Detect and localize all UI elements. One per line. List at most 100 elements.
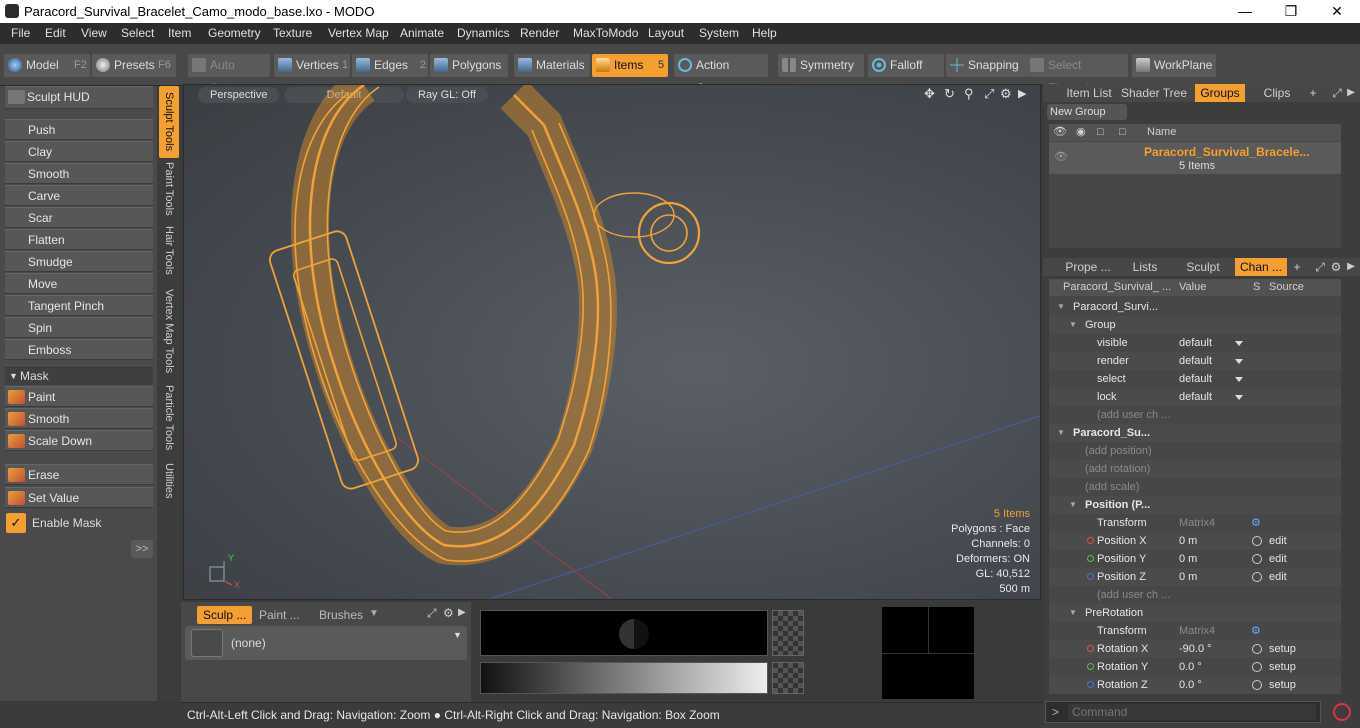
menu-render[interactable]: Render [520,26,559,40]
add-tab-icon[interactable]: + [1307,84,1319,102]
brushes-dropdown-arrow-icon[interactable]: ▼ [369,608,379,619]
brush-panel-settings-icon[interactable]: ⚙ [443,606,454,620]
add-tab-icon[interactable]: + [1291,258,1303,276]
materials-button[interactable]: Materials [514,54,590,77]
channel-row[interactable]: Rotation Y 0.0 ° setup [1049,658,1341,676]
auto-select-button[interactable]: Auto Select [188,54,270,95]
select-through-button[interactable]: Select Through [1026,54,1128,95]
tab-particle-tools[interactable]: Particle Tools [159,382,179,454]
matrix-gear-icon[interactable]: ⚙ [1251,622,1261,640]
channel-value[interactable]: 0.0 ° [1179,658,1202,676]
channel-state-radio[interactable] [1252,554,1262,564]
maximize-icon[interactable]: ❐ [1268,0,1314,23]
channel-value[interactable]: Matrix4 [1179,514,1215,532]
channel-row[interactable]: select default [1049,370,1341,388]
symmetry-button[interactable]: Symmetry [778,54,864,77]
panel-menu-icon[interactable]: ▶ [1345,258,1357,276]
tool-emboss-button[interactable]: Emboss [5,339,153,360]
brush-selector[interactable]: (none) ▼ [185,626,467,660]
channel-row[interactable]: lock default [1049,388,1341,406]
expand-arrow-icon[interactable]: ▼ [1069,604,1077,622]
channel-row[interactable]: Transform Matrix4 ⚙ [1049,514,1341,532]
channel-row[interactable]: ▼ Position (P... [1049,496,1341,514]
tab-paint-tools[interactable]: Paint Tools [159,158,179,220]
tool-smudge-button[interactable]: Smudge [5,251,153,272]
polygons-button[interactable]: Polygons [430,54,508,77]
dropdown-arrow-icon[interactable] [1235,395,1243,400]
tool-push-button[interactable]: Push [5,119,153,140]
channel-row[interactable]: (add position) [1049,442,1341,460]
channel-row[interactable]: ▼ Paracord_Survi... [1049,298,1341,316]
tool-move-button[interactable]: Move [5,273,153,294]
channel-row[interactable]: (add user ch ... [1049,586,1341,604]
channel-value[interactable]: 0 m [1179,550,1197,568]
tab-channels[interactable]: Chan ... [1235,258,1287,276]
menu-help[interactable]: Help [752,26,777,40]
menu-geometry[interactable]: Geometry [208,26,261,40]
channel-row[interactable]: (add scale) [1049,478,1341,496]
channel-row[interactable]: Transform Matrix4 ⚙ [1049,622,1341,640]
edges-button[interactable]: Edges 2 [352,54,428,77]
mask-paint-button[interactable]: Paint [5,386,153,407]
panel-expand-icon[interactable]: ⤢ [1331,84,1343,102]
menu-file[interactable]: File [11,26,30,40]
menu-maxtomodo[interactable]: MaxToModo [573,26,638,40]
matrix-gear-icon[interactable]: ⚙ [1251,514,1261,532]
channel-value[interactable]: 0 m [1179,532,1197,550]
sculpt-hud-button[interactable]: Sculpt HUD [5,86,153,109]
tool-smooth-button[interactable]: Smooth [5,163,153,184]
group-visibility-icon[interactable]: 👁 [1054,150,1068,163]
menu-layout[interactable]: Layout [648,26,684,40]
tool-scar-button[interactable]: Scar [5,207,153,228]
enable-mask-checkbox[interactable]: ✓ [6,513,26,533]
record-icon[interactable] [1333,703,1351,721]
mask-smooth-button[interactable]: Smooth [5,408,153,429]
channel-state-radio[interactable] [1252,644,1262,654]
3d-viewport[interactable]: Perspective Default Ray GL: Off ✥ ↻ ⚲ ⤢ … [183,84,1041,600]
channel-row[interactable]: ▼ PreRotation [1049,604,1341,622]
menu-texture[interactable]: Texture [273,26,312,40]
channel-value[interactable]: default [1179,352,1212,370]
expand-arrow-icon[interactable]: ▼ [1057,424,1065,442]
expand-arrow-icon[interactable]: ▼ [1069,316,1077,334]
dropdown-arrow-icon[interactable] [1235,341,1243,346]
dropdown-arrow-icon[interactable] [1235,359,1243,364]
snapping-button[interactable]: Snapping [946,54,1026,77]
action-center-button[interactable]: Action Center [674,54,768,95]
tab-item-list[interactable]: Item List [1065,84,1113,102]
workplane-button[interactable]: WorkPlane [1132,54,1216,77]
mask-section-header[interactable]: ▼ Mask [5,365,153,385]
tool-spin-button[interactable]: Spin [5,317,153,338]
panel-menu-icon[interactable]: ▶ [1345,84,1357,102]
new-group-button[interactable]: New Group [1047,104,1127,120]
close-icon[interactable]: ✕ [1314,0,1360,23]
expand-arrow-icon[interactable]: ▼ [1069,496,1077,514]
tab-brushes[interactable]: Brushes [319,606,363,624]
menu-select[interactable]: Select [121,26,154,40]
channel-state-radio[interactable] [1252,572,1262,582]
tab-sculpt-brush[interactable]: Sculp ... [197,606,253,624]
menu-vertex-map[interactable]: Vertex Map [328,26,389,40]
menu-edit[interactable]: Edit [45,26,66,40]
channel-value[interactable]: 0.0 ° [1179,676,1202,694]
tab-utilities[interactable]: Utilities [159,458,179,504]
set-value-button[interactable]: Set Value [5,487,153,508]
minimize-icon[interactable]: — [1222,0,1268,23]
channel-value[interactable]: default [1179,334,1212,352]
mask-scale-down-button[interactable]: Scale Down [5,430,153,451]
falloff-button[interactable]: Falloff [868,54,944,77]
tool-flatten-button[interactable]: Flatten [5,229,153,250]
channel-row[interactable]: ▼ Paracord_Su... [1049,424,1341,442]
tab-paint-brush[interactable]: Paint ... [259,606,300,624]
vertices-button[interactable]: Vertices 1 [274,54,350,77]
channel-row[interactable]: Position Y 0 m edit [1049,550,1341,568]
channel-row[interactable]: visible default [1049,334,1341,352]
tab-shader-tree[interactable]: Shader Tree [1119,84,1189,102]
channel-state-radio[interactable] [1252,536,1262,546]
channel-value[interactable]: default [1179,370,1212,388]
tab-properties[interactable]: Prope ... [1063,258,1113,276]
expand-arrow-icon[interactable]: ▼ [1057,298,1065,316]
channel-value[interactable]: default [1179,388,1212,406]
channel-value[interactable]: Matrix4 [1179,622,1215,640]
presets-button[interactable]: Presets F6 [92,54,176,77]
